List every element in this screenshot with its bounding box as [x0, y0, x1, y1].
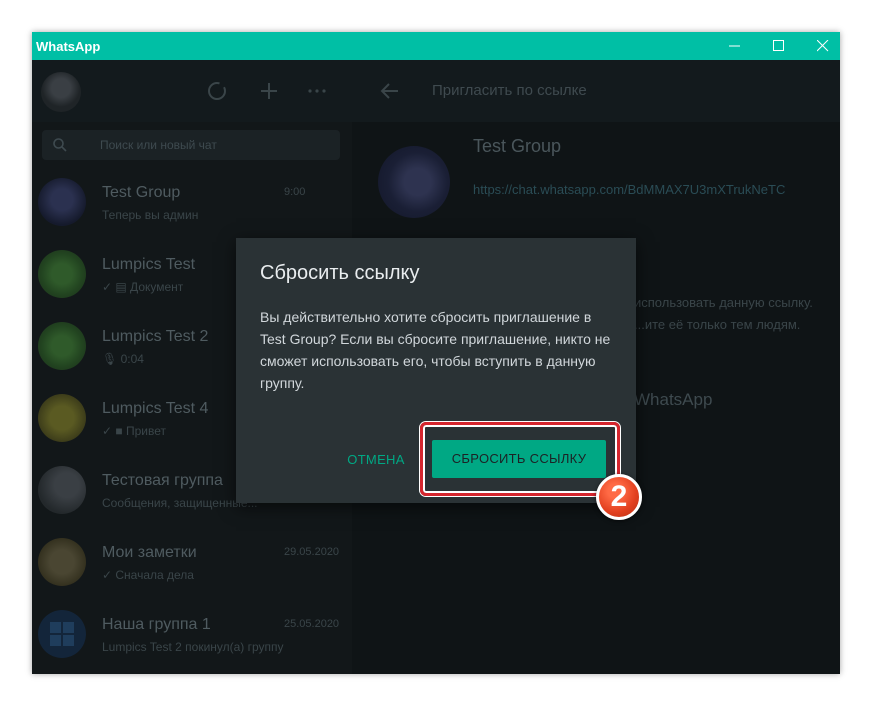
dialog-body: Вы действительно хотите сбросить приглаш… — [260, 309, 611, 391]
chat-name: Lumpics Test — [102, 256, 196, 273]
chat-avatar — [38, 394, 86, 442]
chat-avatar — [38, 466, 86, 514]
close-button[interactable] — [800, 32, 840, 60]
chat-item-my-notes[interactable]: Мои заметки ✓ Сначала дела 29.05.2020 — [32, 526, 352, 598]
left-header — [32, 60, 352, 122]
panel-title: Пригласить по ссылке — [432, 82, 587, 99]
cancel-button[interactable]: ОТМЕНА — [336, 444, 416, 476]
chat-item-our-group[interactable]: Наша группа 1 Lumpics Test 2 покинул(а) … — [32, 598, 352, 670]
search-placeholder: Поиск или новый чат — [100, 138, 217, 152]
maximize-icon — [773, 40, 784, 51]
chat-name: Мои заметки — [102, 544, 197, 561]
chat-avatar — [38, 610, 86, 658]
search-area: Поиск или новый чат — [32, 122, 352, 166]
chat-snippet: Lumpics Test 2 покинул(а) группу — [102, 640, 284, 654]
step-badge: 2 — [596, 474, 642, 520]
new-chat-icon[interactable] — [258, 80, 280, 102]
chat-item-test-group[interactable]: Test Group Теперь вы админ 9:00 — [32, 166, 352, 238]
status-icon[interactable] — [206, 80, 228, 102]
more-menu-icon[interactable] — [306, 80, 328, 102]
chat-avatar — [38, 178, 86, 226]
close-icon — [817, 40, 829, 52]
chat-name: Lumpics Test 4 — [102, 400, 209, 417]
chat-snippet: ✓ ■ Привет — [102, 424, 166, 438]
highlight-frame — [420, 422, 620, 496]
chat-time: 25.05.2020 — [284, 618, 340, 630]
dialog-title: Сбросить ссылку — [260, 262, 420, 284]
my-avatar[interactable] — [41, 72, 81, 112]
chat-avatar — [38, 538, 86, 586]
windows-logo-icon — [50, 622, 74, 646]
minimize-button[interactable] — [712, 32, 758, 60]
chat-avatar — [38, 250, 86, 298]
chat-time: 9:00 — [284, 186, 306, 198]
chat-time: 29.05.2020 — [284, 546, 340, 558]
chat-snippet: 🎙 0:04 — [102, 352, 144, 366]
title-bar[interactable]: WhatsApp — [32, 32, 840, 60]
invite-link[interactable]: https://chat.whatsapp.com/BdMMAX7U3mXTru… — [473, 180, 823, 200]
link-description: использовать данную ссылку. ...ите её то… — [634, 295, 813, 332]
chat-name: Тестовая группа — [102, 472, 223, 489]
chat-snippet: Сообщения, защищенные... — [102, 496, 258, 510]
chat-name: Lumpics Test 2 — [102, 328, 209, 345]
minimize-icon — [729, 45, 740, 47]
right-header: Пригласить по ссылке — [352, 60, 840, 122]
chat-name: Наша группа 1 — [102, 616, 211, 633]
chat-snippet: ✓ ▤ Документ — [102, 280, 184, 294]
search-icon — [53, 138, 67, 152]
search-input[interactable]: Поиск или новый чат — [42, 130, 340, 160]
maximize-button[interactable] — [756, 32, 802, 60]
chat-name: Test Group — [102, 184, 181, 201]
back-arrow-icon[interactable] — [380, 82, 400, 100]
share-whatsapp-label[interactable]: WhatsApp — [634, 390, 712, 410]
chat-snippet: ✓ Сначала дела — [102, 568, 194, 582]
chat-avatar — [38, 322, 86, 370]
group-name: Test Group — [473, 136, 562, 156]
chat-snippet: Теперь вы админ — [102, 208, 199, 222]
group-avatar — [378, 146, 450, 218]
window-title: WhatsApp — [36, 39, 101, 54]
